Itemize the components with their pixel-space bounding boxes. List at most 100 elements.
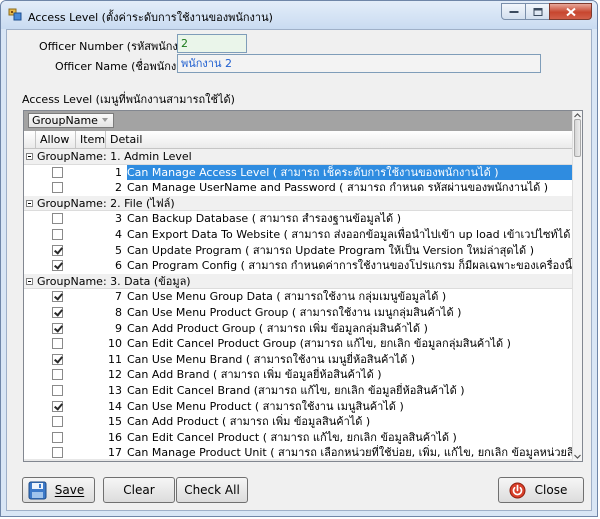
allow-checkbox[interactable] [52,244,63,256]
table-row[interactable]: 15 Can Add Product ( สามารถ เพิ่ม ข้อมูลส… [24,414,573,430]
table-row[interactable]: 16 Can Edit Cancel Product ( สามารถ แก้ไข… [24,430,573,446]
detail-cell[interactable]: Can Export Data To Website ( สามารถ ส่งอ… [127,227,573,242]
table-row[interactable]: 9 Can Add Product Group ( สามารถ เพิ่ม ข้… [24,321,573,337]
grid-rows: GroupName: 1. Admin Level 1 Can Manage Acc… [24,149,573,461]
group-row[interactable]: GroupName: 2. File (ไฟล์) [24,195,573,212]
maximize-button[interactable] [525,3,550,20]
allow-checkbox[interactable] [52,447,63,459]
column-header-item[interactable]: Item [76,131,106,149]
allow-checkbox[interactable] [52,353,63,365]
item-number-cell[interactable]: 7 [80,289,122,304]
allow-checkbox[interactable] [52,182,63,194]
detail-cell[interactable]: Can Update Program ( สามารถ Update Progr… [127,243,573,258]
item-number-cell[interactable]: 9 [80,321,122,336]
allow-checkbox[interactable] [52,213,63,225]
table-row[interactable]: 2 Can Manage UserName and Password ( สามา… [24,180,573,196]
detail-cell[interactable]: Can Manage Access Level ( สามารถ เช็คระด… [127,164,573,180]
item-number-cell[interactable]: 5 [80,243,122,258]
group-row[interactable]: GroupName: 1. Admin Level [24,149,573,165]
detail-cell[interactable]: Can Use Menu Brand ( สามารถใช้งาน เมนูยี… [127,352,573,367]
clear-button-label: Clear [123,483,155,497]
check-all-button[interactable]: Check All [176,477,248,503]
scroll-down-icon[interactable] [573,451,582,461]
table-row[interactable]: 13 Can Edit Cancel Brand (สามารถ แก้ไข, ย… [24,383,573,399]
table-row[interactable]: 11 Can Use Menu Brand ( สามารถใช้งาน เมนู… [24,352,573,368]
table-row[interactable]: 4 Can Export Data To Website ( สามารถ ส่ง… [24,227,573,243]
group-row-label: GroupName: 3. Data (ข้อมูล) [37,274,191,288]
item-number-cell[interactable]: 16 [80,430,122,445]
allow-checkbox[interactable] [52,322,63,334]
table-row[interactable]: 6 Can Program Config ( สามารถ กำหนดค่าการ… [24,258,573,274]
table-row[interactable]: 5 Can Update Program ( สามารถ Update Prog… [24,243,573,259]
window-controls [501,3,592,20]
detail-cell[interactable]: Can Edit Cancel Brand (สามารถ แก้ไข, ยกเ… [127,383,573,398]
detail-cell[interactable]: Can Add Brand ( สามารถ เพิ่ม ข้อมูลยี่ห้… [127,367,573,382]
maximize-icon [533,7,542,16]
group-row-label: GroupName: 1. Admin Level [37,150,192,163]
allow-checkbox[interactable] [52,166,63,178]
allow-checkbox[interactable] [52,291,63,303]
window-title: Access Level (ตั้งค่าระดับการใช้งานของพน… [28,11,273,24]
table-row[interactable]: 8 Can Use Menu Product Group ( สามารถใช้ง… [24,305,573,321]
sort-arrow-icon [102,118,108,122]
detail-cell[interactable]: Can Use Menu Product ( สามารถใช้งาน เมนู… [127,399,573,414]
detail-cell[interactable]: Can Backup Database ( สามารถ สำรองฐานข้อ… [127,211,573,226]
group-row[interactable]: GroupName: 3. Data (ข้อมูล) [24,273,573,290]
item-number-cell[interactable]: 15 [80,414,122,429]
collapse-icon[interactable] [26,153,33,160]
table-row[interactable]: 3 Can Backup Database ( สามารถ สำรองฐานข้… [24,211,573,227]
table-row[interactable]: 1 Can Manage Access Level ( สามารถ เช็คระ… [24,164,573,181]
detail-cell[interactable]: Can Use Menu Product Group ( สามารถใช้งา… [127,305,573,320]
collapse-icon[interactable] [26,199,33,207]
officer-name-field[interactable]: พนักงาน 2 [177,54,541,73]
item-number-cell[interactable]: 12 [80,367,122,382]
item-number-cell[interactable]: 11 [80,352,122,367]
allow-checkbox[interactable] [52,416,63,428]
column-header-detail[interactable]: Detail [106,131,573,149]
detail-cell[interactable]: Can Manage UserName and Password ( สามาร… [127,180,573,195]
item-number-cell[interactable]: 10 [80,336,122,351]
item-number-cell[interactable]: 4 [80,227,122,242]
allow-checkbox[interactable] [52,431,63,443]
allow-checkbox[interactable] [52,369,63,381]
floppy-disk-icon [28,481,47,500]
scrollbar-thumb[interactable] [574,119,581,157]
item-number-cell[interactable]: 8 [80,305,122,320]
clear-button[interactable]: Clear [103,477,175,503]
table-row[interactable]: 12 Can Add Brand ( สามารถ เพิ่ม ข้อมูลยี่… [24,367,573,383]
column-header-allow[interactable]: Allow [36,131,76,149]
item-number-cell[interactable]: 6 [80,258,122,273]
close-button[interactable]: Close [498,477,584,503]
group-by-panel[interactable]: GroupName [24,111,573,131]
window-close-button[interactable] [549,3,592,20]
table-row[interactable]: 10 Can Edit Cancel Product Group (สามารถ … [24,336,573,352]
detail-cell[interactable]: Can Add Product ( สามารถ เพิ่ม ข้อมูลสิน… [127,414,573,429]
detail-cell[interactable]: Can Use Menu Group Data ( สามารถใช้งาน ก… [127,289,573,304]
allow-checkbox[interactable] [52,229,63,240]
officer-number-field[interactable]: 2 [177,34,247,53]
allow-checkbox[interactable] [52,385,63,396]
detail-cell[interactable]: Can Edit Cancel Product Group (สามารถ แก… [127,336,573,351]
minimize-button[interactable] [501,3,526,20]
vertical-scrollbar[interactable] [572,111,582,461]
allow-checkbox[interactable] [52,400,63,412]
group-by-chip[interactable]: GroupName [28,113,114,128]
item-number-cell[interactable]: 14 [80,399,122,414]
save-button[interactable]: Save [22,477,95,503]
allow-checkbox[interactable] [52,260,63,272]
collapse-icon[interactable] [26,277,33,285]
table-row[interactable]: 14 Can Use Menu Product ( สามารถใช้งาน เม… [24,399,573,415]
detail-cell[interactable]: Can Add Product Group ( สามารถ เพิ่ม ข้อ… [127,321,573,336]
access-level-grid[interactable]: GroupName Allow Item Detail GroupName: 1… [23,110,583,462]
item-number-cell[interactable]: 2 [80,180,122,195]
table-row[interactable]: 7 Can Use Menu Group Data ( สามารถใช้งาน … [24,289,573,305]
detail-cell[interactable]: Can Edit Cancel Product ( สามารถ แก้ไข, … [127,430,573,445]
title-bar[interactable]: Access Level (ตั้งค่าระดับการใช้งานของพน… [1,1,597,29]
allow-checkbox[interactable] [52,307,63,318]
horizontal-scrollbar[interactable] [24,459,573,461]
item-number-cell[interactable]: 3 [80,211,122,226]
detail-cell[interactable]: Can Program Config ( สามารถ กำหนดค่าการใ… [127,258,573,273]
item-number-cell[interactable]: 1 [80,165,122,180]
allow-checkbox[interactable] [52,338,63,350]
item-number-cell[interactable]: 13 [80,383,122,398]
